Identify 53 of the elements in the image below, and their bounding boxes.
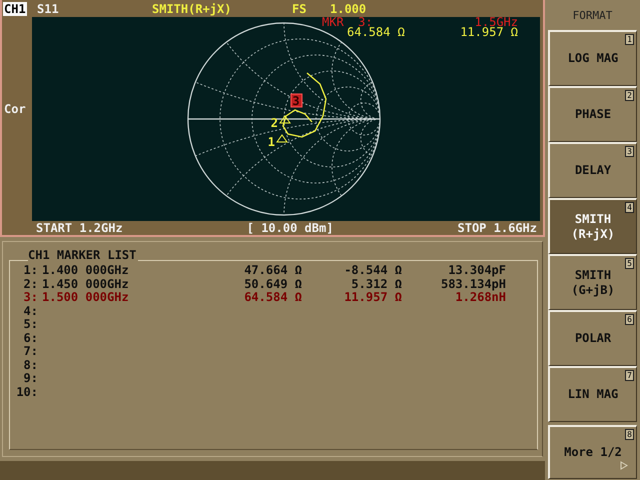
marker-frequency: 1.400 000GHz — [42, 263, 129, 277]
softkey-number: 4 — [625, 202, 634, 213]
channel-label: CH1 — [3, 2, 27, 16]
scale-value: 1.000 — [330, 2, 366, 16]
softkey[interactable]: 8 More 1/2 — [548, 425, 637, 479]
marker-frequency: 1.450 000GHz — [42, 276, 129, 290]
softkey[interactable]: 4 SMITH (R+jX) — [548, 198, 637, 254]
marker-index: 1: — [22, 264, 39, 278]
marker-index: 5: — [22, 318, 39, 332]
marker-flag: 3 — [290, 93, 302, 108]
softkey[interactable]: 5 SMITH (G+jB) — [548, 254, 637, 310]
marker-list-title: CH1 MARKER LIST — [28, 248, 138, 262]
start-frequency: START 1.2GHz — [36, 220, 123, 235]
marker-index: 8: — [22, 358, 39, 372]
softkey-number: 5 — [625, 258, 634, 269]
softkey-number: 2 — [625, 90, 634, 101]
marker-resistance: 47.664 Ω — [244, 263, 302, 277]
softkey-number: 6 — [625, 314, 634, 325]
power-level: [ 10.00 dBm] — [246, 220, 334, 235]
softkey-number: 1 — [625, 34, 634, 45]
marker-index: 10: — [15, 386, 39, 399]
marker-index: 7: — [22, 345, 39, 358]
marker-reactance: 11.957 Ω — [344, 290, 402, 304]
trace-line — [282, 72, 327, 138]
format-label: SMITH(R+jX) — [152, 2, 232, 16]
parameter-label: S11 — [37, 2, 59, 16]
softkey[interactable]: 6 POLAR — [548, 310, 637, 366]
marker-index: 3: — [22, 291, 39, 304]
softkey-number: 3 — [625, 146, 634, 157]
marker-frequency: 1.500 000GHz — [42, 290, 129, 304]
stop-frequency: STOP 1.6GHz — [458, 220, 537, 235]
menu-title: FORMAT — [572, 8, 612, 22]
marker-equivalent-value: 583.134pH — [440, 276, 506, 290]
marker-index: 9: — [22, 372, 39, 386]
marker-equivalent-value: 1.268nH — [455, 290, 506, 304]
marker-index: 2: — [22, 278, 39, 291]
softkey-number: 8 — [625, 429, 634, 440]
softkey[interactable]: 1 LOG MAG — [548, 30, 637, 86]
marker-reactance: 5.312 Ω — [351, 276, 402, 290]
softkey-number: 7 — [625, 370, 634, 381]
marker-flag: 2 — [270, 115, 291, 130]
softkey[interactable]: 3 DELAY — [548, 142, 637, 198]
marker-index: 6: — [22, 332, 39, 345]
softkey[interactable]: 2 PHASE — [548, 86, 637, 142]
correction-label: Cor — [4, 102, 26, 116]
marker-resistance: 64.584 Ω — [244, 290, 302, 304]
softkey[interactable]: 7 LIN MAG — [548, 366, 637, 422]
marker-resistance: 50.649 Ω — [244, 276, 302, 290]
scale-label: FS — [292, 2, 306, 16]
marker-reactance: -8.544 Ω — [344, 263, 402, 277]
marker-equivalent-value: 13.304pF — [448, 263, 506, 277]
marker-index: 4: — [22, 304, 39, 318]
marker-flag: 1 — [268, 134, 288, 149]
